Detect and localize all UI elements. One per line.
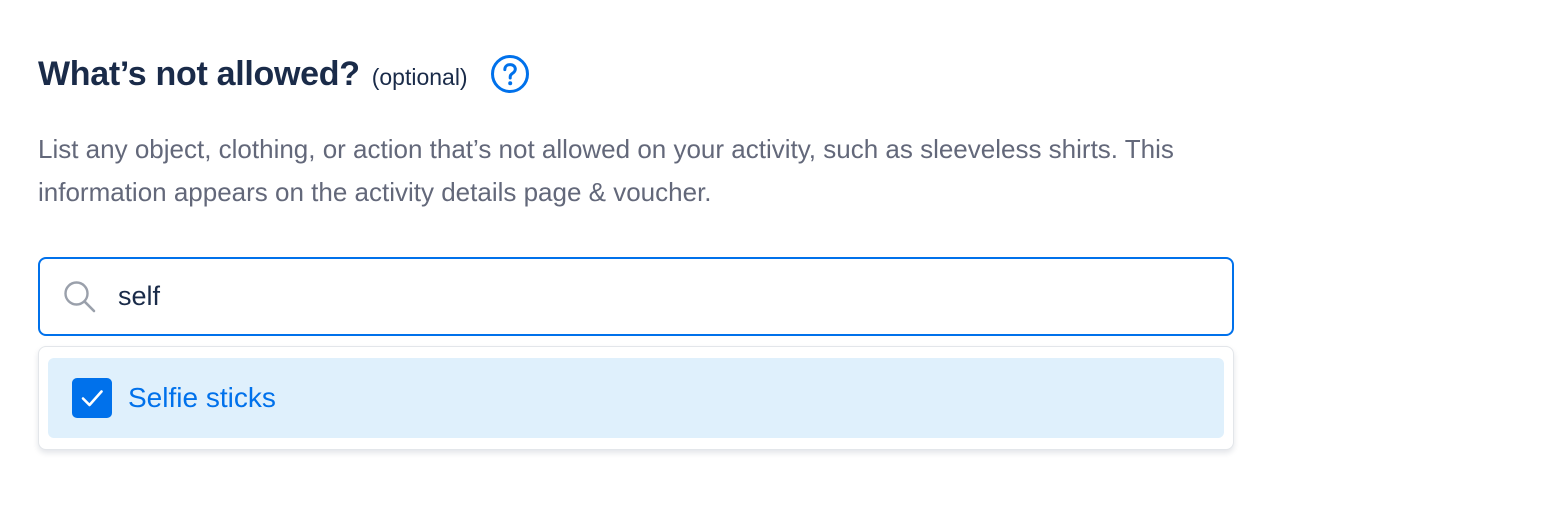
checkbox-checked[interactable]	[72, 378, 112, 418]
result-option-label: Selfie sticks	[128, 382, 276, 413]
search-field[interactable]	[38, 257, 1234, 336]
search-icon	[62, 279, 98, 315]
section-description: List any object, clothing, or action tha…	[38, 134, 1174, 207]
optional-label: (optional)	[371, 64, 468, 90]
question-circle-icon[interactable]	[490, 54, 530, 94]
section-title: What’s not allowed?	[38, 55, 360, 93]
search-input[interactable]	[118, 281, 1198, 312]
section-header: What’s not allowed? (optional)	[38, 52, 530, 96]
result-option-selfie-sticks[interactable]: Selfie sticks	[48, 358, 1224, 438]
results-dropdown: Selfie sticks	[38, 346, 1234, 450]
check-icon	[81, 390, 103, 407]
